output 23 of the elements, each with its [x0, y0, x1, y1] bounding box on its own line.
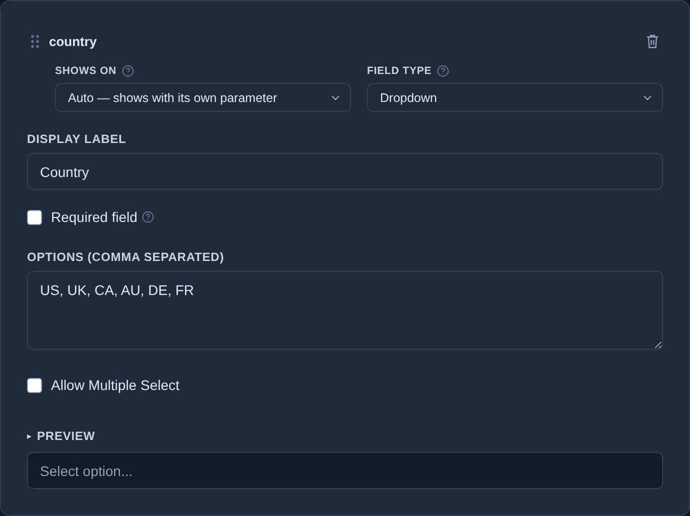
select-field[interactable]: Auto — shows with its own parameter	[55, 83, 351, 112]
field-name: country	[49, 34, 98, 48]
preview-select[interactable]: Select option...	[27, 452, 663, 489]
chevron-down-icon	[643, 94, 652, 100]
section-label: PREVIEW	[37, 429, 96, 443]
trash-icon[interactable]	[646, 34, 659, 48]
select-field[interactable]: Dropdown	[367, 83, 663, 112]
drag-handle-icon[interactable]	[31, 34, 39, 48]
checkbox-label: Allow Multiple Select	[51, 377, 180, 393]
field-label: OPTIONS (COMMA SEPARATED)	[27, 250, 224, 264]
help-icon[interactable]	[142, 211, 154, 223]
checkbox[interactable]	[27, 378, 42, 392]
disclosure-triangle[interactable]: ▸	[27, 431, 32, 441]
field-label: DISPLAY LABEL	[27, 132, 126, 146]
options-textarea[interactable]: US, UK, CA, AU, DE, FR	[27, 271, 663, 350]
checkbox[interactable]	[27, 210, 42, 224]
help-icon[interactable]	[122, 65, 134, 77]
select-label: FIELD TYPE	[367, 65, 432, 77]
chevron-down-icon	[331, 94, 340, 100]
help-icon[interactable]	[436, 65, 449, 77]
select-label: SHOWS ON	[55, 65, 117, 77]
display-label-input[interactable]: Country	[27, 153, 663, 190]
checkbox-label: Required field	[51, 209, 138, 225]
